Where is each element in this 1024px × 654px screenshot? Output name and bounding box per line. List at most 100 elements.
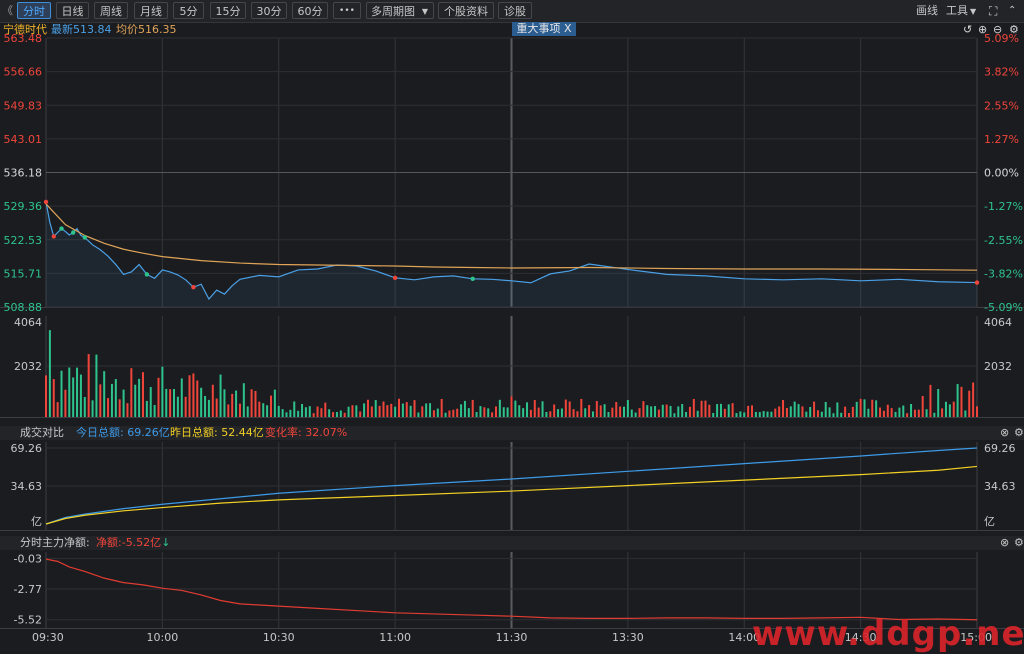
volume-bar bbox=[960, 386, 963, 417]
volume-bar bbox=[200, 387, 203, 417]
vol-tick-right: 4064 bbox=[984, 316, 1012, 329]
volume-bar bbox=[937, 389, 940, 417]
flow-tick-left: -2.77 bbox=[14, 583, 42, 596]
volume-bar bbox=[285, 412, 288, 417]
volume-bar bbox=[456, 408, 459, 417]
volume-bar bbox=[491, 412, 494, 417]
volume-bar bbox=[913, 409, 916, 417]
volume-bar bbox=[76, 367, 79, 417]
volume-bar bbox=[731, 403, 734, 417]
volume-bar bbox=[688, 406, 691, 417]
volume-bar bbox=[242, 383, 245, 417]
volume-bar bbox=[444, 412, 447, 417]
volume-bar bbox=[762, 411, 765, 417]
intraday-chart[interactable]: 09:30 10:00 10:30 11:00 11:30 13:30 14:00 14:30… bbox=[0, 0, 1024, 651]
volume-bar bbox=[386, 405, 389, 417]
volume-bar bbox=[370, 406, 373, 417]
flow-tick-left: -5.52 bbox=[14, 614, 42, 627]
volume-bar bbox=[917, 409, 920, 417]
volume-bar bbox=[188, 375, 191, 417]
volume-bar bbox=[118, 399, 121, 417]
volume-bar bbox=[611, 407, 614, 417]
volume-bar bbox=[859, 398, 862, 417]
volume-bar bbox=[153, 404, 156, 417]
volume-bar bbox=[301, 403, 304, 417]
volume-bar bbox=[972, 382, 975, 417]
volume-bar bbox=[262, 403, 265, 417]
volume-bar bbox=[266, 405, 269, 417]
turnover-tick-right: 69.26 bbox=[984, 442, 1016, 455]
trade-marker bbox=[82, 235, 87, 240]
volume-bar bbox=[669, 405, 672, 417]
volume-bar bbox=[739, 411, 742, 417]
volume-bar bbox=[219, 374, 222, 417]
volume-bar bbox=[440, 398, 443, 417]
volume-bar bbox=[797, 404, 800, 417]
volume-bar bbox=[863, 399, 866, 417]
volume-bar bbox=[475, 412, 478, 417]
trade-marker bbox=[70, 230, 76, 235]
volume-bar bbox=[452, 409, 455, 417]
volume-bar bbox=[304, 407, 307, 417]
trade-marker bbox=[51, 234, 56, 239]
volume-bar bbox=[828, 407, 831, 417]
volume-bar bbox=[250, 389, 253, 417]
volume-bar bbox=[130, 368, 133, 417]
volume-bar bbox=[529, 409, 532, 417]
volume-bar bbox=[518, 405, 521, 417]
volume-bar bbox=[460, 404, 463, 417]
volume-bar bbox=[320, 408, 323, 417]
volume-bar bbox=[432, 410, 435, 417]
volume-bar bbox=[553, 404, 556, 417]
volume-bar bbox=[421, 406, 424, 417]
volume-bar bbox=[875, 400, 878, 417]
volume-bar bbox=[374, 400, 377, 417]
y-tick-right: 5.09% bbox=[984, 32, 1019, 45]
volume-bar bbox=[607, 411, 610, 417]
volume-bar bbox=[603, 404, 606, 417]
volume-bar bbox=[332, 412, 335, 417]
volume-bar bbox=[316, 406, 319, 417]
volume-bar bbox=[436, 408, 439, 417]
volume-bar bbox=[572, 409, 575, 417]
trade-marker bbox=[191, 284, 196, 290]
volume-bar bbox=[184, 396, 187, 417]
volume-bar bbox=[696, 410, 699, 417]
y-tick-left: 522.53 bbox=[4, 234, 43, 247]
volume-bar bbox=[180, 378, 183, 417]
volume-bar bbox=[390, 403, 393, 417]
volume-bar bbox=[448, 410, 451, 417]
watermark-text: www.ddgp.net bbox=[752, 614, 1024, 654]
volume-bar bbox=[681, 404, 684, 417]
volume-bar bbox=[45, 375, 47, 417]
y-tick-left: 529.36 bbox=[4, 200, 43, 213]
volume-bar bbox=[483, 407, 486, 417]
volume-bar bbox=[615, 402, 618, 417]
volume-bar bbox=[793, 401, 796, 417]
turnover-unit-left: 亿 bbox=[31, 515, 42, 528]
volume-bar bbox=[770, 411, 773, 417]
y-tick-left: 543.01 bbox=[4, 133, 43, 146]
volume-bar bbox=[48, 330, 51, 417]
volume-bar bbox=[339, 410, 342, 417]
volume-bar bbox=[751, 405, 754, 417]
volume-bar bbox=[471, 399, 474, 417]
volume-bar bbox=[921, 395, 924, 417]
x-tick-label: 10:30 bbox=[263, 631, 295, 644]
volume-bar bbox=[595, 400, 598, 417]
volume-bar bbox=[196, 380, 199, 417]
volume-bar bbox=[502, 407, 505, 417]
volume-bar bbox=[273, 389, 276, 417]
volume-bar bbox=[533, 400, 536, 417]
volume-bar bbox=[836, 402, 839, 417]
volume-bar bbox=[568, 401, 571, 417]
y-tick-right: 3.82% bbox=[984, 66, 1019, 79]
volume-bar bbox=[952, 401, 955, 417]
volume-bar bbox=[758, 412, 761, 417]
volume-bar bbox=[363, 403, 366, 417]
volume-bar bbox=[351, 405, 354, 417]
turnover-tick-left: 69.26 bbox=[11, 442, 43, 455]
flow-tick-left: -0.03 bbox=[14, 552, 42, 565]
volume-bar bbox=[211, 384, 214, 417]
volume-bar bbox=[890, 408, 893, 417]
